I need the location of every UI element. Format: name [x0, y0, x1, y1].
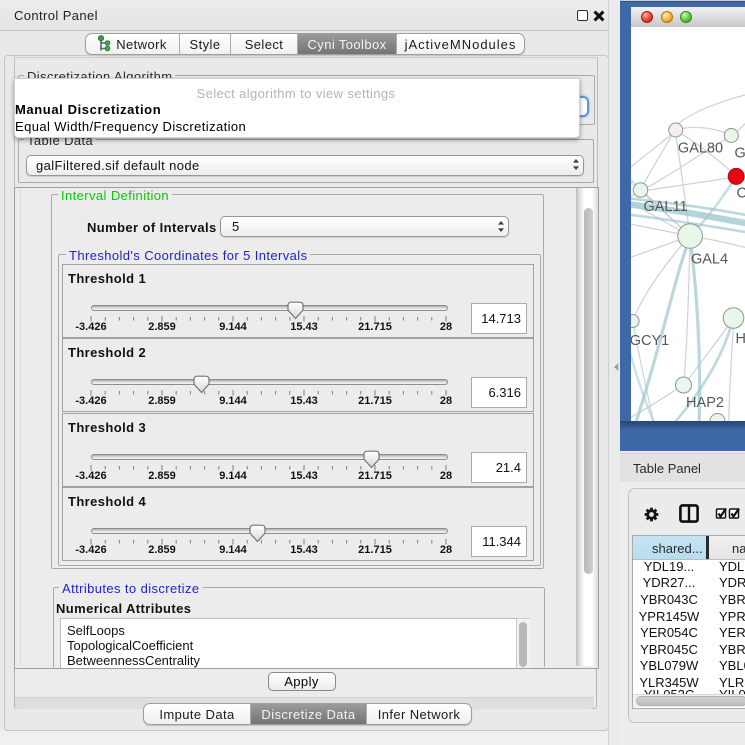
svg-text:HAP2: HAP2: [686, 395, 724, 411]
svg-text:GAL4: GAL4: [691, 252, 728, 268]
svg-text:HIS4: HIS4: [736, 331, 745, 347]
svg-text:CYC: CYC: [737, 186, 745, 202]
svg-text:GAL11: GAL11: [643, 199, 687, 215]
svg-text:GAL80: GAL80: [678, 140, 723, 156]
svg-text:GCY1: GCY1: [631, 333, 669, 349]
svg-text:GAL2: GAL2: [735, 146, 745, 162]
